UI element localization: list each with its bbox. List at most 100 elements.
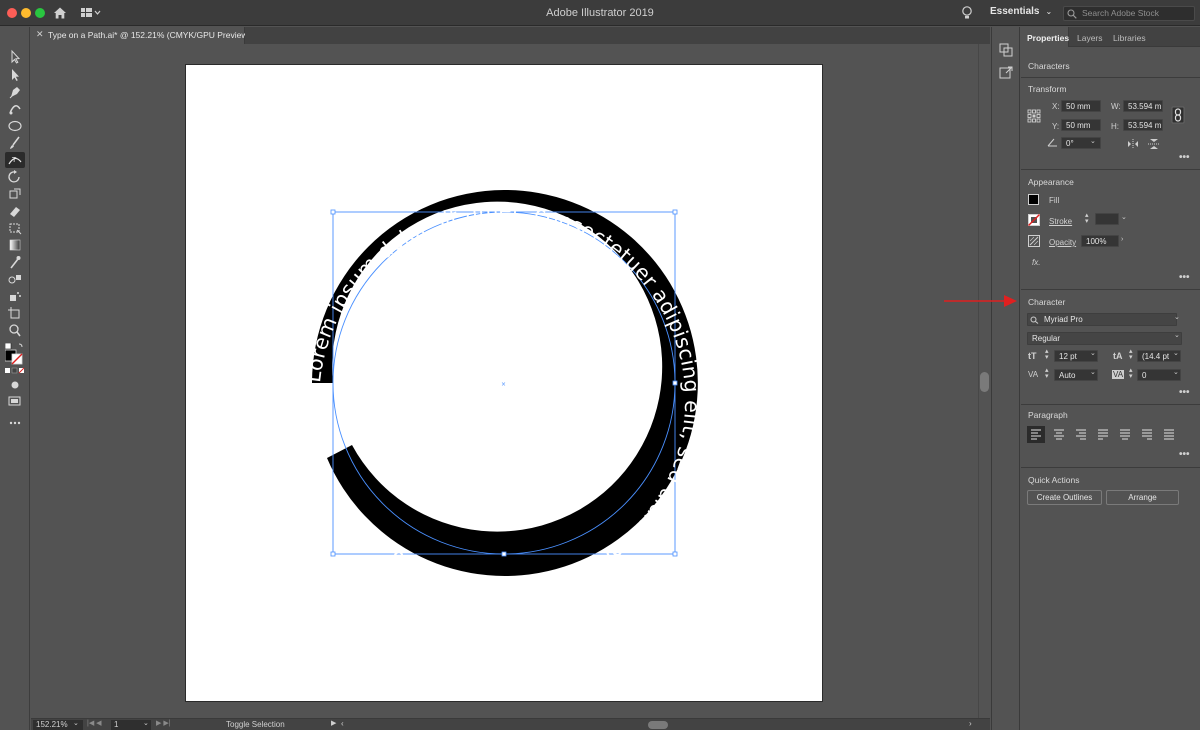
height-field[interactable]: 53.594 m [1123, 119, 1163, 131]
stepper-icon[interactable]: ▴ ▾ [1085, 212, 1089, 225]
flip-horizontal-icon[interactable] [1127, 139, 1139, 149]
artboard[interactable] [185, 64, 823, 702]
more-options-icon[interactable]: ••• [1179, 449, 1190, 460]
w-label: W: [1111, 102, 1121, 111]
tab-libraries[interactable]: Libraries [1113, 27, 1146, 47]
chevron-left-icon[interactable]: ‹ [341, 719, 344, 728]
create-outlines-button[interactable]: Create Outlines [1027, 490, 1102, 505]
paragraph-title: Paragraph [1028, 410, 1068, 420]
chevron-right-icon[interactable]: ▶ [331, 719, 336, 727]
artboards-panel-icon[interactable] [999, 43, 1014, 58]
opacity-icon [1028, 235, 1040, 247]
more-tools-icon[interactable] [5, 415, 25, 431]
more-options-icon[interactable]: ••• [1179, 387, 1190, 398]
more-options-icon[interactable]: ••• [1179, 272, 1190, 283]
eraser-tool-icon[interactable] [5, 203, 25, 219]
blend-tool-icon[interactable] [5, 271, 25, 287]
leading-icon: tA [1113, 351, 1123, 361]
color-mode-icon[interactable] [5, 367, 25, 375]
type-on-path-tool-icon[interactable]: T [5, 152, 25, 168]
opacity-label[interactable]: Opacity [1049, 238, 1076, 247]
screen-mode-icon[interactable] [5, 393, 25, 409]
home-icon[interactable] [52, 5, 68, 21]
chevron-down-icon[interactable]: ⌄ [1090, 137, 1096, 145]
font-style-dropdown[interactable]: Regular [1027, 332, 1182, 345]
artboard-tool-icon[interactable] [5, 305, 25, 321]
symbol-sprayer-tool-icon[interactable] [5, 288, 25, 304]
chevron-down-icon[interactable]: ⌄ [1174, 313, 1180, 321]
window-close-button[interactable] [7, 8, 17, 18]
divider [1021, 404, 1200, 405]
rotate-angle-icon [1047, 138, 1057, 147]
font-family-dropdown[interactable]: Myriad Pro [1027, 313, 1177, 326]
export-panel-icon[interactable] [999, 65, 1014, 80]
y-label: Y: [1052, 122, 1060, 131]
zoom-tool-icon[interactable] [5, 322, 25, 338]
chevron-down-icon[interactable]: ⌄ [1090, 368, 1096, 376]
chevron-right-icon[interactable]: › [1121, 236, 1123, 243]
ellipse-tool-icon[interactable] [5, 118, 25, 134]
constrain-proportions-icon[interactable] [1171, 106, 1185, 124]
workspace-label: Essentials [990, 6, 1040, 17]
stroke-label[interactable]: Stroke [1049, 217, 1072, 226]
chevron-down-icon[interactable]: ⌄ [1173, 368, 1179, 376]
reference-point-icon[interactable] [1027, 109, 1041, 123]
h-label: H: [1111, 122, 1119, 131]
opacity-field[interactable]: 100% [1081, 235, 1119, 247]
stepper-icon[interactable]: ▴ ▾ [1045, 348, 1049, 361]
flip-vertical-icon[interactable] [1148, 138, 1160, 150]
y-position-field[interactable]: 50 mm [1061, 119, 1101, 131]
chevron-right-icon[interactable]: › [969, 719, 972, 728]
document-tab[interactable]: ✕ Type on a Path.ai* @ 152.21% (CMYK/GPU… [31, 27, 250, 44]
horizontal-scroll-thumb[interactable] [648, 721, 668, 729]
lightbulb-icon[interactable] [960, 5, 974, 21]
fx-icon[interactable]: fx. [1032, 258, 1040, 267]
selection-tool-icon[interactable] [5, 49, 25, 65]
paintbrush-tool-icon[interactable] [5, 135, 25, 151]
document-tab-label: Type on a Path.ai* @ 152.21% (CMYK/GPU P… [48, 30, 251, 40]
stock-search-input[interactable]: Search Adobe Stock [1063, 6, 1195, 21]
gradient-tool-icon[interactable] [5, 237, 25, 253]
chevron-down-icon[interactable]: ⌄ [1174, 331, 1180, 339]
vertical-scroll-thumb[interactable] [980, 372, 989, 392]
chevron-down-icon[interactable]: ⌄ [143, 719, 149, 727]
kerning-icon: VA [1028, 370, 1039, 379]
scale-tool-icon[interactable] [5, 186, 25, 202]
tab-layers[interactable]: Layers [1077, 27, 1103, 47]
divider [1021, 289, 1200, 290]
free-transform-tool-icon[interactable] [5, 220, 25, 236]
toggle-selection-label[interactable]: Toggle Selection [226, 720, 285, 729]
chevron-down-icon[interactable]: ⌄ [1090, 349, 1096, 357]
page-next-last-icon[interactable]: ▶ ▶| [156, 719, 171, 727]
window-maximize-button[interactable] [35, 8, 45, 18]
tools-panel: T [0, 27, 30, 730]
workspace-layout-icon[interactable] [80, 6, 102, 20]
chevron-down-icon[interactable]: ⌄ [1173, 349, 1179, 357]
chevron-down-icon[interactable]: ⌄ [73, 719, 79, 727]
fill-swatch[interactable] [1028, 194, 1039, 205]
stepper-icon[interactable]: ▴ ▾ [1045, 367, 1049, 380]
x-position-field[interactable]: 50 mm [1061, 100, 1101, 112]
stepper-icon[interactable]: ▴ ▾ [1129, 348, 1133, 361]
arrange-button[interactable]: Arrange [1106, 490, 1179, 505]
draw-mode-icon[interactable] [5, 377, 25, 393]
fill-stroke-swatch-icon[interactable] [4, 342, 25, 365]
direct-selection-tool-icon[interactable] [5, 67, 25, 83]
status-bar: 152.21% ⌄ |◀ ◀ 1 ⌄ ▶ ▶| Toggle Selection… [31, 718, 990, 730]
page-first-prev-icon[interactable]: |◀ ◀ [87, 719, 102, 727]
width-field[interactable]: 53.594 m [1123, 100, 1163, 112]
close-icon[interactable]: ✕ [36, 29, 44, 40]
eyedropper-tool-icon[interactable] [5, 254, 25, 270]
window-minimize-button[interactable] [21, 8, 31, 18]
more-options-icon[interactable]: ••• [1179, 152, 1190, 163]
curvature-tool-icon[interactable] [5, 101, 25, 117]
workspace-switcher[interactable]: Essentials ⌄ [990, 6, 1052, 17]
selection-type-label: Characters [1028, 61, 1070, 71]
stroke-swatch[interactable] [1028, 214, 1040, 226]
tab-properties[interactable]: Properties [1021, 27, 1069, 47]
chevron-down-icon[interactable]: ⌄ [1121, 213, 1127, 221]
pen-tool-icon[interactable] [5, 84, 25, 100]
stepper-icon[interactable]: ▴ ▾ [1129, 367, 1133, 380]
rotate-tool-icon[interactable] [5, 169, 25, 185]
stroke-weight-field[interactable] [1095, 213, 1119, 225]
